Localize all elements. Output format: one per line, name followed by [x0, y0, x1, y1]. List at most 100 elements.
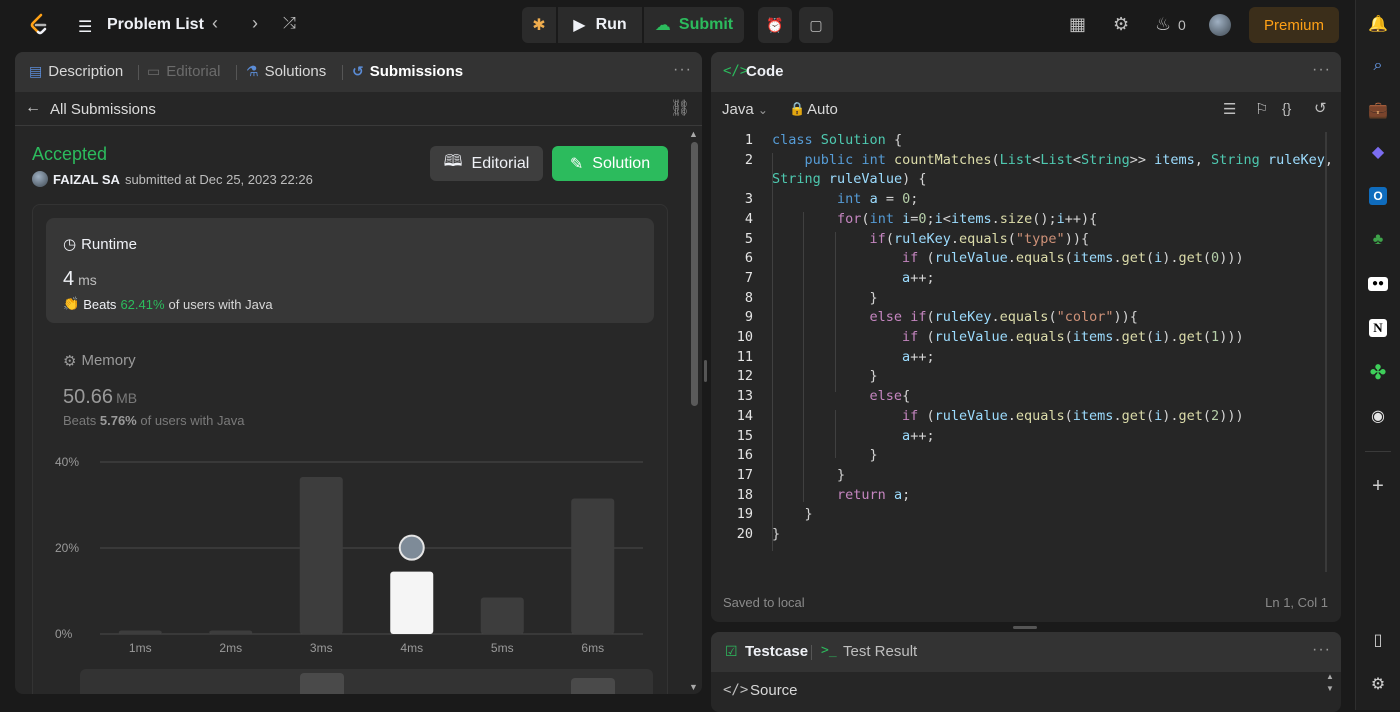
runtime-value: 4 ms	[63, 268, 97, 291]
run-button[interactable]: ▶ Run	[558, 7, 642, 43]
back-arrow-icon[interactable]: ←	[25, 99, 41, 117]
code-text[interactable]: }	[772, 290, 878, 306]
tab-description-label: Description	[48, 63, 124, 80]
code-scrollbar[interactable]	[1325, 132, 1327, 572]
panel-resize-handle[interactable]	[704, 360, 707, 382]
code-text[interactable]: return a;	[772, 487, 910, 503]
medium-icon[interactable]: ●●	[1366, 272, 1390, 296]
problem-list-icon[interactable]: ☰	[78, 17, 92, 37]
code-line[interactable]: 19 }	[711, 506, 1326, 526]
prev-problem-icon[interactable]: ‹	[212, 13, 218, 34]
tab-divider	[138, 65, 139, 80]
bell-icon[interactable]: 🔔	[1366, 12, 1390, 36]
solution-button[interactable]: ✎ Solution	[552, 146, 668, 181]
scroll-down-icon[interactable]: ▼	[689, 682, 698, 692]
runtime-title-label: Runtime	[81, 235, 137, 253]
bookmark-icon[interactable]: ⚐	[1255, 100, 1268, 118]
code-text[interactable]: }	[772, 467, 845, 483]
code-text[interactable]: if (ruleValue.equals(items.get(i).get(1)…	[772, 329, 1244, 345]
notion-icon[interactable]: N	[1366, 316, 1390, 340]
runtime-card[interactable]: ◷ Runtime 4 ms 👏 Beats 62.41% of users wit…	[46, 218, 654, 323]
runtime-distribution-chart: 0% 20% 40% 1ms 2ms 3ms 4ms 5ms 6ms	[55, 455, 643, 655]
auto-mode[interactable]: Auto	[807, 101, 838, 118]
code-text[interactable]: public int countMatches(List<List<String…	[772, 152, 1334, 168]
code-line[interactable]: String ruleValue) {	[711, 171, 1326, 191]
code-text[interactable]: }	[772, 526, 780, 542]
timer-button[interactable]: ⏰	[758, 7, 792, 43]
tab-solutions[interactable]: ⚗ Solutions	[246, 63, 326, 80]
code-text[interactable]: a++;	[772, 270, 935, 286]
testcase-more-icon[interactable]: ···	[1312, 641, 1331, 659]
code-text[interactable]: String ruleValue) {	[772, 171, 926, 187]
user-avatar[interactable]	[1209, 14, 1231, 36]
copilot-icon[interactable]: ◆	[1366, 140, 1390, 164]
scrollbar-thumb[interactable]	[691, 142, 698, 406]
all-submissions-link[interactable]: All Submissions	[50, 101, 156, 118]
code-text[interactable]: a++;	[772, 349, 935, 365]
tab-description[interactable]: ▤ Description	[29, 63, 123, 80]
code-text[interactable]: if (ruleValue.equals(items.get(i).get(2)…	[772, 408, 1244, 424]
premium-button[interactable]: Premium	[1249, 7, 1339, 43]
code-text[interactable]: else if(ruleKey.equals("color")){	[772, 309, 1138, 325]
problem-list-title[interactable]: Problem List	[107, 16, 204, 34]
more-options-icon[interactable]: ···	[673, 61, 692, 79]
briefcase-icon[interactable]: 💼	[1366, 98, 1390, 122]
layout-icon[interactable]: ▦	[1069, 14, 1086, 35]
scroll-up-icon[interactable]: ▲	[689, 129, 698, 139]
settings-icon[interactable]: ⚙	[1113, 14, 1129, 35]
code-text[interactable]: class Solution {	[772, 132, 902, 148]
code-text[interactable]: int a = 0;	[772, 191, 918, 207]
vertical-resize-handle[interactable]	[1013, 626, 1037, 629]
next-problem-icon[interactable]: ›	[252, 13, 258, 34]
fire-icon[interactable]: ♨	[1155, 14, 1171, 35]
code-line[interactable]: 1 class Solution {	[711, 132, 1326, 152]
code-text[interactable]: if(ruleKey.equals("type")){	[772, 231, 1090, 247]
link-icon[interactable]: ⛓	[670, 98, 690, 118]
runtime-beats-pct: 62.41%	[120, 296, 165, 312]
code-text[interactable]: }	[772, 506, 813, 522]
left-scrollbar[interactable]: ▲ ▼	[689, 129, 699, 692]
submit-label: Submit	[678, 16, 734, 33]
code-text[interactable]: else{	[772, 388, 911, 404]
scroll-up-icon[interactable]: ▲	[1326, 672, 1334, 681]
code-more-icon[interactable]: ···	[1312, 61, 1331, 79]
tree-icon[interactable]: ♣	[1366, 228, 1390, 252]
format-icon[interactable]: ☰	[1223, 100, 1236, 118]
editorial-button[interactable]: 🕮 Editorial	[430, 146, 543, 181]
settings-icon[interactable]: ⚙	[1366, 672, 1390, 696]
tab-test-result[interactable]: Test Result	[843, 643, 917, 660]
memory-title[interactable]: ⚙ Memory	[63, 352, 136, 370]
language-select[interactable]: Java ⌄	[722, 101, 768, 118]
clover-icon[interactable]: ✤	[1366, 360, 1390, 384]
outlook-icon[interactable]: O	[1366, 184, 1390, 208]
braces-icon[interactable]: {}	[1282, 100, 1291, 116]
code-text[interactable]: }	[772, 447, 878, 463]
scroll-down-icon[interactable]: ▼	[1326, 684, 1334, 693]
code-line[interactable]: 2 public int countMatches(List<List<Stri…	[711, 152, 1333, 172]
search-icon[interactable]: ⌕	[1366, 54, 1390, 78]
notes-button[interactable]: ▢	[799, 7, 833, 43]
add-icon[interactable]: +	[1366, 474, 1390, 498]
reset-icon[interactable]: ↺	[1314, 99, 1327, 117]
code-editor[interactable]: 1 class Solution {2 public int countMatch…	[711, 132, 1333, 572]
code-line[interactable]: 3 int a = 0;	[711, 191, 1326, 211]
code-text[interactable]: for(int i=0;i<items.size();i++){	[772, 211, 1097, 227]
source-label[interactable]: Source	[750, 682, 798, 699]
tab-editorial[interactable]: ▭ Editorial	[147, 63, 220, 80]
code-line[interactable]: 20}	[711, 526, 1326, 546]
tab-submissions[interactable]: ↺ Submissions	[352, 63, 463, 80]
code-text[interactable]: if (ruleValue.equals(items.get(i).get(0)…	[772, 250, 1244, 266]
submit-button[interactable]: ☁ Submit	[644, 7, 744, 43]
github-icon[interactable]: ◉	[1366, 404, 1390, 428]
panel-icon[interactable]: ▯	[1366, 628, 1390, 652]
runtime-beats-suffix: of users with Java	[168, 296, 273, 312]
shuffle-icon[interactable]: ⤮	[283, 15, 296, 33]
debug-button[interactable]: ✱	[522, 7, 556, 43]
code-text[interactable]: a++;	[772, 428, 935, 444]
tab-testcase[interactable]: Testcase	[745, 643, 808, 660]
submitter-name[interactable]: FAIZAL SA	[53, 172, 120, 187]
code-text[interactable]: }	[772, 368, 878, 384]
leetcode-logo[interactable]	[28, 13, 50, 37]
memory-beats-label: Beats	[63, 413, 97, 428]
cursor-position: Ln 1, Col 1	[1265, 595, 1328, 610]
